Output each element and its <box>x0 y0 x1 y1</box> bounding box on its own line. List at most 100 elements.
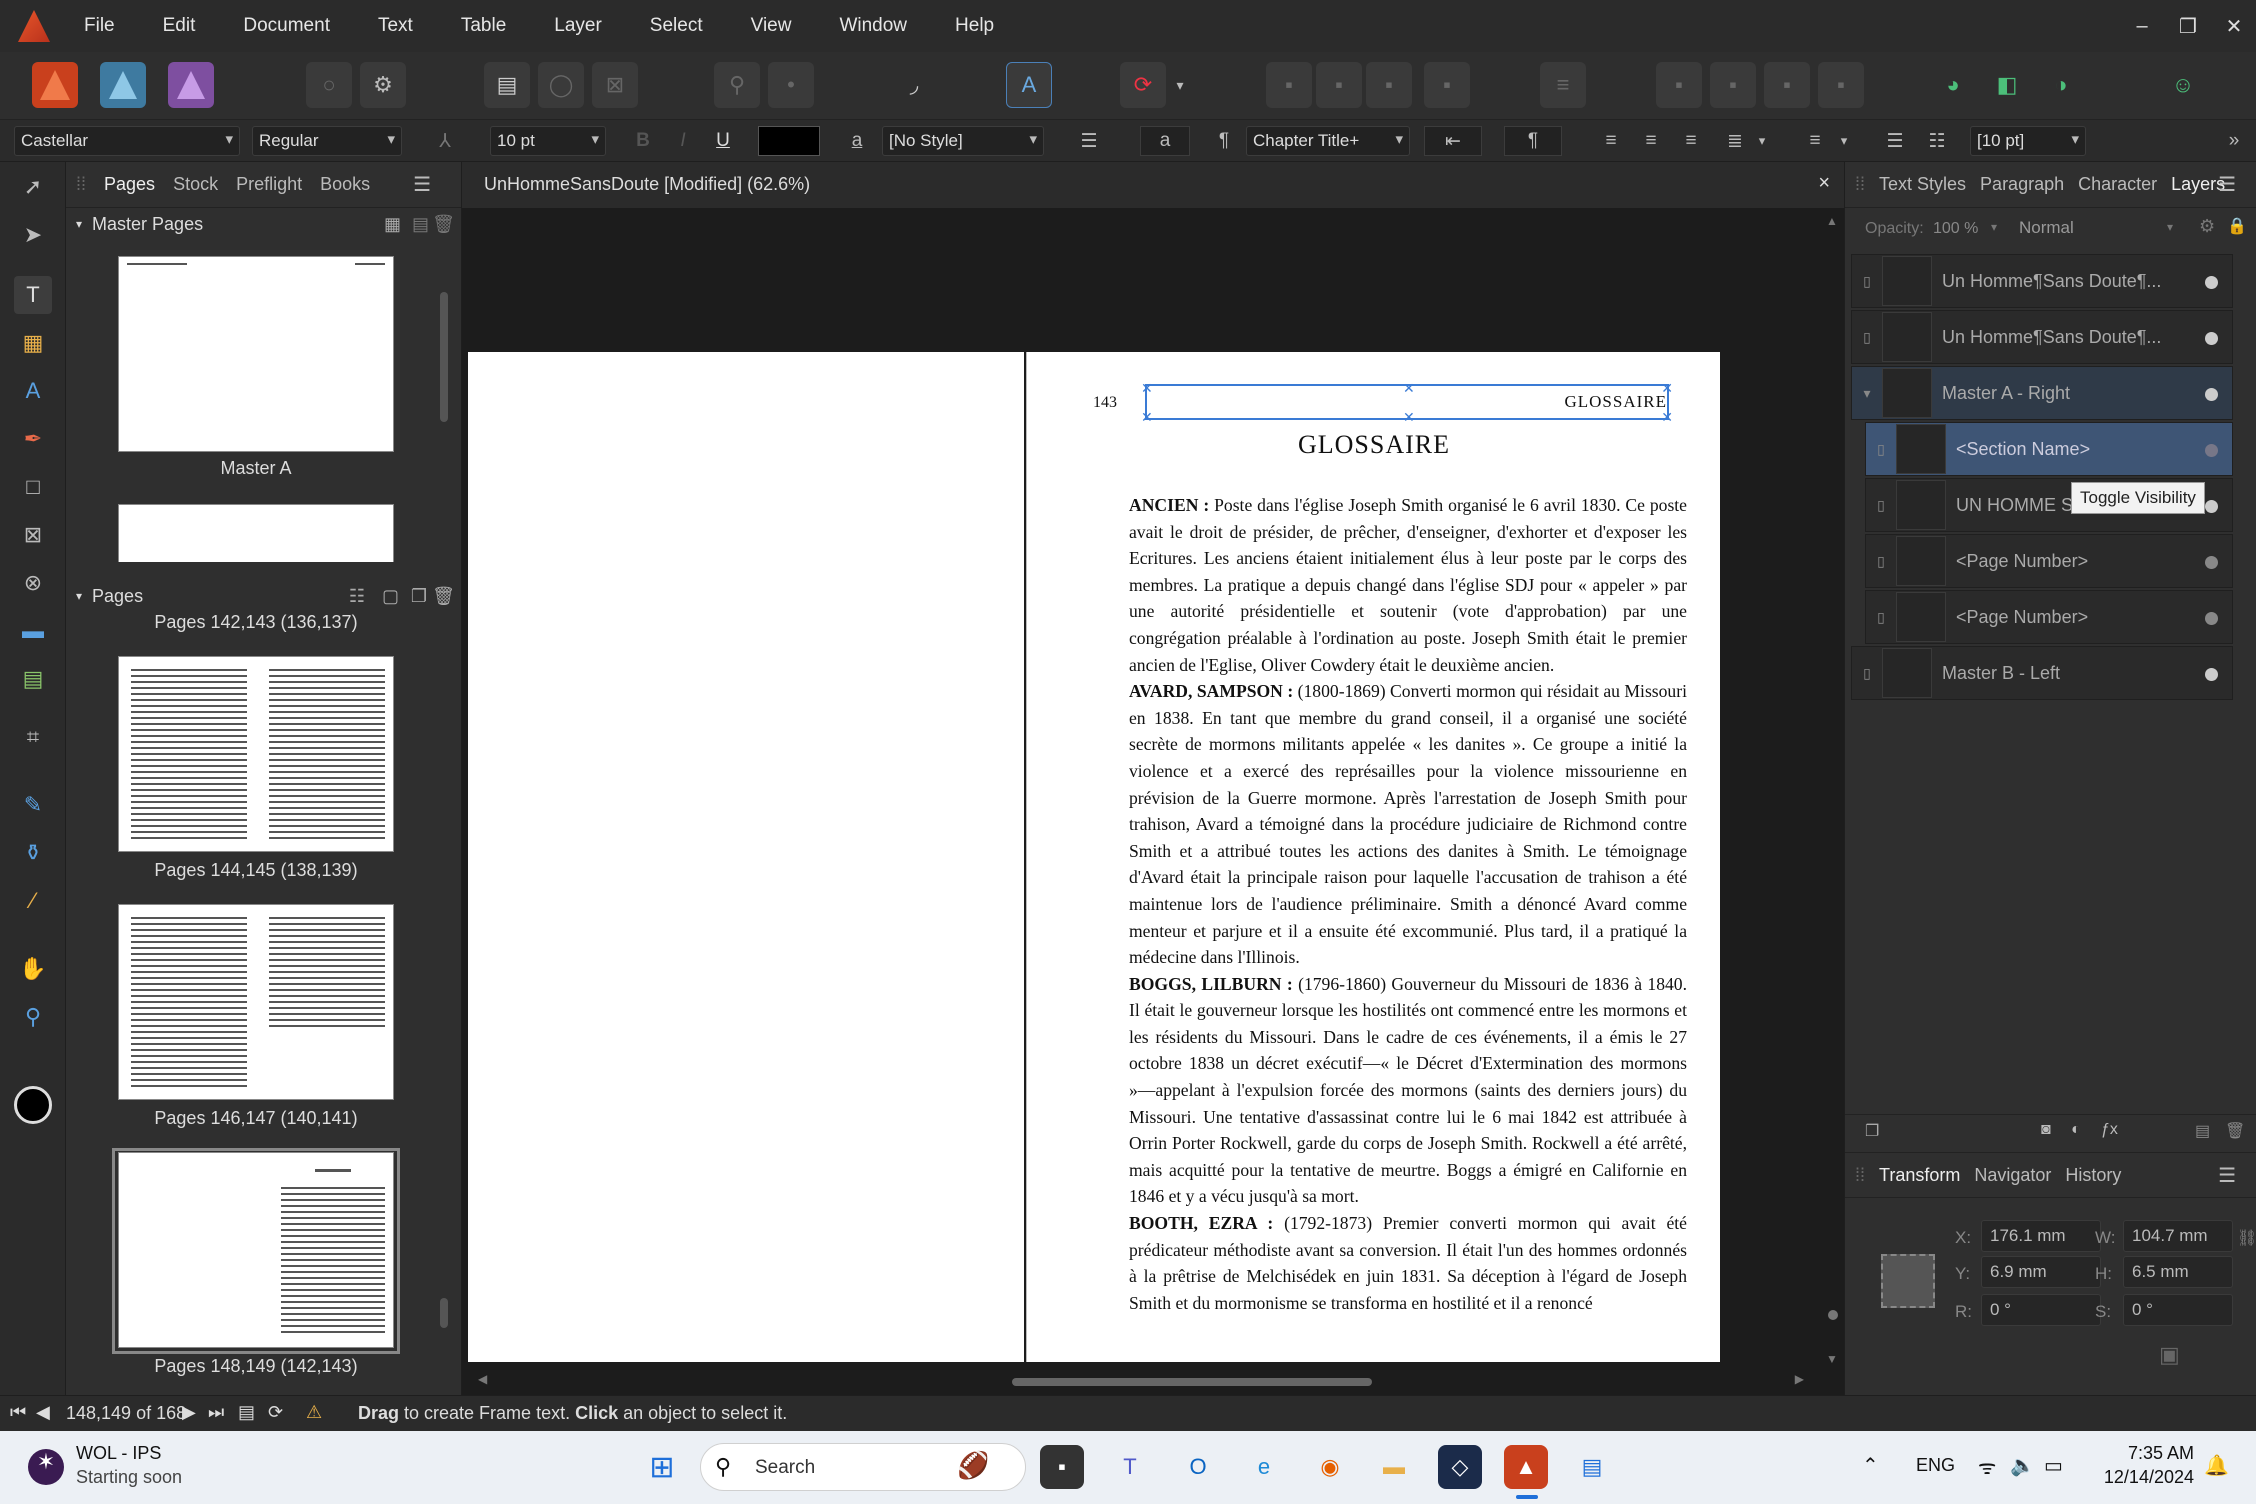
lock-icon[interactable]: 🔒 <box>2227 216 2247 236</box>
numbered-list-icon[interactable]: ☷ <box>1922 126 1952 156</box>
frame-handle-icon[interactable]: ✕ <box>1403 380 1415 397</box>
paragraph-panel-button[interactable]: ¶ <box>1504 126 1562 156</box>
shear-field[interactable]: 0 ° <box>2123 1294 2233 1326</box>
clock-date[interactable]: 12/14/2024 <box>2094 1467 2194 1488</box>
warning-icon[interactable]: ⚠ <box>306 1402 322 1423</box>
page-box-icon[interactable]: ▤ <box>238 1402 255 1423</box>
text-frame-button[interactable]: ⇤ <box>1424 126 1482 156</box>
boolean-icon-2[interactable]: ◧ <box>1984 62 2030 108</box>
paragraph-style-select[interactable]: Chapter Title+ ▾ <box>1246 126 1410 156</box>
menu-help[interactable]: Help <box>955 15 994 37</box>
firefox-icon[interactable]: ◉ <box>1308 1445 1352 1489</box>
frame-handle-icon[interactable]: ✕ <box>1141 380 1153 397</box>
edge-icon[interactable]: e <box>1242 1445 1286 1489</box>
battery-icon[interactable]: ▭ <box>2044 1453 2063 1478</box>
teams-icon[interactable]: T <box>1108 1445 1152 1489</box>
pin-icon[interactable]: ⚲ <box>714 62 760 108</box>
overflow-chevron-icon[interactable]: » <box>2224 126 2244 156</box>
vertical-align-icon[interactable]: ≡ <box>1800 126 1830 156</box>
bullet-list-icon[interactable]: ☰ <box>1880 126 1910 156</box>
dot-icon[interactable]: • <box>768 62 814 108</box>
arrange-icon-2[interactable]: ▪ <box>1316 62 1362 108</box>
color-picker-icon[interactable]: ⁄ <box>14 882 52 920</box>
panel-menu-icon[interactable]: ☰ <box>2218 172 2236 197</box>
volume-icon[interactable]: 🔈 <box>2010 1453 2035 1478</box>
affinity-publisher-icon[interactable]: ▲ <box>1504 1445 1548 1489</box>
chevron-up-icon[interactable]: ⌃ <box>1862 1453 1879 1478</box>
outlook-icon[interactable]: O <box>1176 1445 1220 1489</box>
panel-menu-icon[interactable]: ☰ <box>2218 1163 2236 1188</box>
boolean-icon-3[interactable]: ◑ <box>2038 62 2084 108</box>
master-scrollbar[interactable] <box>440 262 448 562</box>
page-indicator[interactable]: 148,149 of 168 <box>66 1403 186 1424</box>
menu-window[interactable]: Window <box>839 15 907 37</box>
layer-row-master-b-left[interactable]: ▯ Master B - Left <box>1851 646 2233 700</box>
delete-page-icon[interactable]: 🗑 <box>432 586 455 607</box>
right-page[interactable]: 143 GLOSSAIRE ✕ ✕ ✕ ✕ ✕ ✕ GLOSSAIRE ANCI… <box>1026 352 1720 1362</box>
restore-icon[interactable]: ❐ <box>2164 0 2212 52</box>
menu-edit[interactable]: Edit <box>163 15 196 37</box>
font-size-select[interactable]: 10 pt ▾ <box>490 126 606 156</box>
link-dimensions-icon[interactable]: ⛓ <box>2237 1228 2256 1248</box>
pen-tool-icon[interactable]: ✒ <box>14 420 52 458</box>
add-layer-icon[interactable]: ▤ <box>2195 1121 2210 1141</box>
menu-table[interactable]: Table <box>461 15 506 37</box>
bold-button[interactable]: B <box>630 126 656 156</box>
add-page-icon[interactable]: ▢ <box>382 586 399 607</box>
crop-tool-icon[interactable]: ⌗ <box>14 718 52 756</box>
clock-time[interactable]: 7:35 AM <box>2104 1443 2194 1464</box>
glossary-body-text[interactable]: ANCIEN : Poste dans l'église Joseph Smit… <box>1129 492 1687 1316</box>
rectangle-tool-icon[interactable]: □ <box>14 468 52 506</box>
spread-view-icon[interactable]: ⟳ <box>268 1402 283 1423</box>
tab-history[interactable]: History <box>2065 1165 2121 1186</box>
menu-document[interactable]: Document <box>243 15 330 37</box>
user-account-icon[interactable]: ☺ <box>2160 62 2206 108</box>
frame-handle-icon[interactable]: ✕ <box>1403 409 1415 426</box>
grip-icon[interactable]: ⁞⁞ <box>1855 174 1865 195</box>
transform-origin-icon[interactable]: ▣ <box>2159 1342 2180 1368</box>
transform-icon-2[interactable]: ▪ <box>1710 62 1756 108</box>
tab-character[interactable]: Character <box>2078 174 2157 195</box>
tab-transform[interactable]: Transform <box>1879 1165 1960 1186</box>
vscode-icon[interactable]: ◇ <box>1438 1445 1482 1489</box>
frame-handle-icon[interactable]: ✕ <box>1661 409 1673 426</box>
tab-books[interactable]: Books <box>320 174 370 195</box>
kerning-icon[interactable]: ⅄ <box>430 126 460 156</box>
pilcrow-icon[interactable]: ¶ <box>1210 126 1238 156</box>
weather-widget-icon[interactable]: ✶ <box>28 1449 64 1485</box>
add-master-icon[interactable]: ▦ <box>384 214 401 235</box>
align-center-icon[interactable]: ≡ <box>1636 126 1666 156</box>
arrange-icon-4[interactable]: ▪ <box>1424 62 1470 108</box>
place-image-tool-icon[interactable]: ▬ <box>14 612 52 650</box>
transform-icon-3[interactable]: ▪ <box>1764 62 1810 108</box>
circle-icon[interactable]: ◯ <box>538 62 584 108</box>
character-panel-button[interactable]: a <box>1140 126 1190 156</box>
boolean-icon-1[interactable]: ◕ <box>1930 62 1976 108</box>
layer-row[interactable]: ▯ Un Homme¶Sans Doute¶... <box>1851 310 2233 364</box>
arrange-icon-1[interactable]: ▪ <box>1266 62 1312 108</box>
word-icon[interactable]: ▤ <box>1570 1445 1614 1489</box>
table-tool-icon[interactable]: ▦ <box>14 324 52 362</box>
grip-icon[interactable]: ⁞⁞ <box>1855 1165 1865 1186</box>
w-field[interactable]: 104.7 mm <box>2123 1220 2233 1252</box>
duplicate-master-icon[interactable]: ▤ <box>412 214 429 235</box>
underline-button[interactable]: U <box>710 126 736 156</box>
first-page-icon[interactable]: ⏮ <box>10 1402 26 1423</box>
character-style-icon[interactable]: a <box>842 126 872 156</box>
font-family-select[interactable]: Castellar ▾ <box>14 126 240 156</box>
justify-icon[interactable]: ≣ <box>1720 126 1750 156</box>
layer-row-page-number[interactable]: ▯ <Page Number> <box>1865 534 2233 588</box>
master-a-thumbnail[interactable] <box>118 256 394 452</box>
menu-text[interactable]: Text <box>378 15 413 37</box>
x-field[interactable]: 176.1 mm <box>1981 1220 2101 1252</box>
publisher-persona-icon[interactable] <box>32 62 78 108</box>
chevron-down-icon[interactable]: ▾ <box>1752 126 1772 156</box>
leading-select[interactable]: [10 pt] ▾ <box>1970 126 2086 156</box>
windows-start-icon[interactable]: ⊞ <box>640 1445 684 1489</box>
language-indicator[interactable]: ENG <box>1916 1455 1955 1476</box>
hand-tool-icon[interactable]: ✋ <box>14 950 52 988</box>
file-explorer-icon[interactable]: ▬ <box>1372 1445 1416 1489</box>
cancel-box-icon[interactable]: ⊠ <box>592 62 638 108</box>
chevron-down-icon[interactable]: ▾ <box>76 217 82 231</box>
zoom-tool-icon[interactable]: ⚲ <box>14 998 52 1036</box>
